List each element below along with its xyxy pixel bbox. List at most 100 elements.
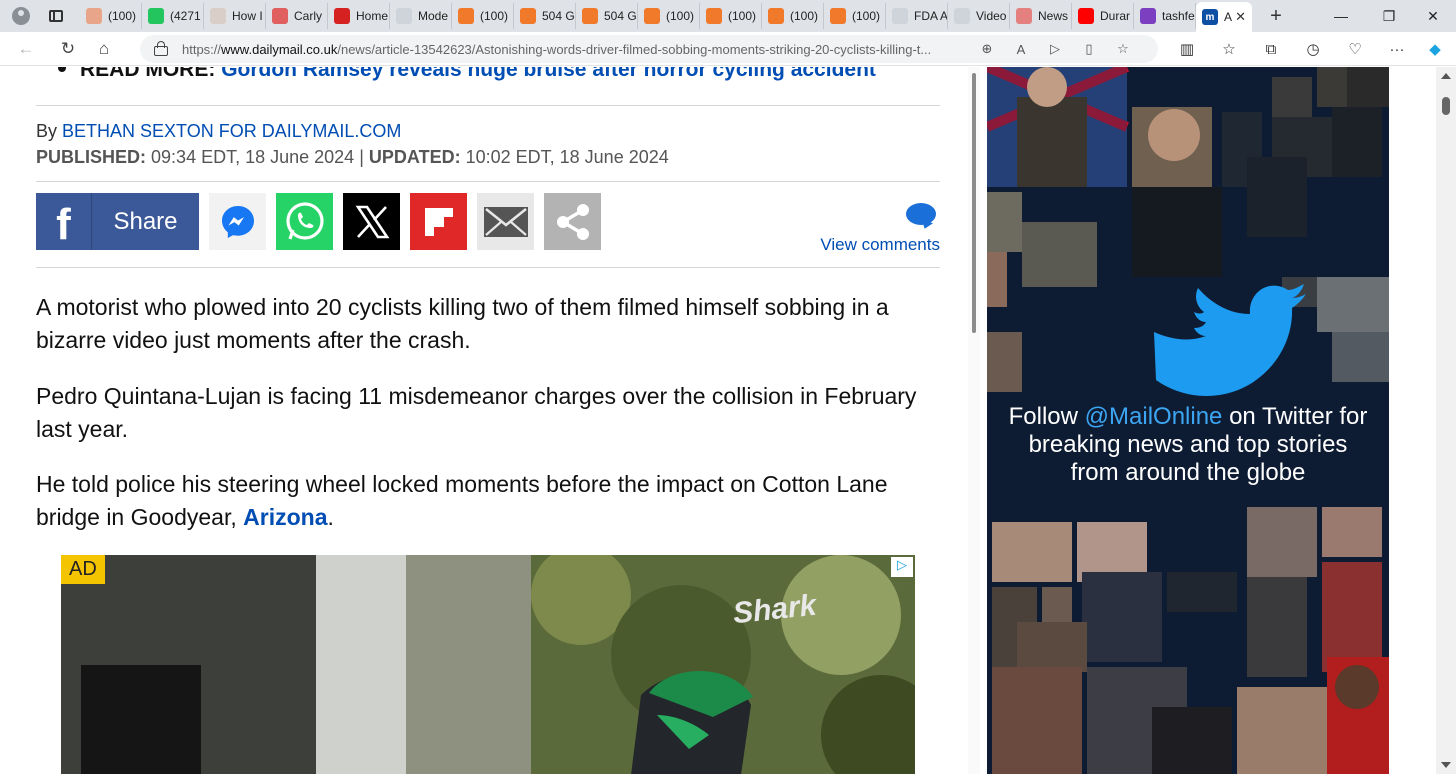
x-share-button[interactable]	[343, 193, 400, 250]
new-tab-button[interactable]: +	[1260, 5, 1292, 28]
tab-strip: (100) (4271 How I Carly Home Mode (100) 504 G 50…	[0, 0, 1456, 32]
tab-favicon-icon	[396, 8, 412, 24]
browser-tab[interactable]: Mode	[390, 3, 452, 29]
immersive-reader-icon[interactable]: ▯	[1072, 41, 1106, 57]
date-separator: |	[359, 147, 364, 167]
tab-favicon-icon	[1140, 8, 1156, 24]
messenger-icon	[221, 205, 254, 238]
page-viewport: READ MORE: Gordon Ramsey reveals huge br…	[0, 67, 1456, 774]
tab-title: tashfe	[1162, 9, 1195, 23]
tab-favicon-icon	[148, 8, 164, 24]
ad-badge: AD	[61, 555, 105, 584]
tab-favicon-icon	[582, 8, 598, 24]
more-options-icon[interactable]: ···	[1382, 36, 1412, 62]
browser-toolbar: ← ↻ ⌂ https://www.dailymail.co.uk/news/a…	[0, 32, 1456, 66]
tabs-icon	[49, 10, 63, 22]
tab-actions-button[interactable]	[42, 2, 70, 30]
tab-favicon-icon	[830, 8, 846, 24]
updated-value: 10:02 EDT, 18 June 2024	[465, 147, 669, 167]
twitter-promo-panel[interactable]: Follow @MailOnline on Twitter for breaki…	[987, 67, 1389, 774]
favorite-star-icon[interactable]: ☆	[1106, 41, 1140, 57]
close-window-button[interactable]: ✕	[1410, 0, 1456, 32]
messenger-share-button[interactable]	[209, 193, 266, 250]
split-screen-icon[interactable]: ▥	[1172, 36, 1202, 62]
browser-tab[interactable]: (100)	[762, 3, 824, 29]
history-icon[interactable]: ◷	[1298, 36, 1328, 62]
browser-tab[interactable]: News	[1010, 3, 1072, 29]
read-more-label: READ MORE:	[80, 67, 216, 81]
close-tab-icon[interactable]: ✕	[1235, 9, 1246, 25]
facebook-share-button[interactable]: f Share	[36, 193, 199, 250]
more-share-button[interactable]	[544, 193, 601, 250]
email-share-button[interactable]	[477, 193, 534, 250]
updated-label: UPDATED:	[368, 147, 461, 167]
promo-line-1: Follow @MailOnline on Twitter for	[987, 403, 1389, 431]
tab-title: 504 G	[604, 9, 637, 23]
browser-tab[interactable]: (100)	[452, 3, 514, 29]
favorites-icon[interactable]: ☆	[1214, 36, 1244, 62]
tab-favicon-icon	[210, 8, 226, 24]
zoom-icon[interactable]: ⊕	[970, 41, 1004, 57]
tab-active[interactable]: m A ✕	[1196, 2, 1252, 32]
url-text[interactable]: https://www.dailymail.co.uk/news/article…	[182, 42, 970, 57]
whatsapp-share-button[interactable]	[276, 193, 333, 250]
mailonline-handle-link[interactable]: @MailOnline	[1085, 403, 1223, 430]
browser-tab[interactable]: How I	[204, 3, 266, 29]
browser-tab[interactable]: FDA A	[886, 3, 948, 29]
copilot-icon[interactable]: ◆	[1420, 36, 1450, 62]
tab-title: Durar	[1100, 9, 1131, 23]
browser-tab[interactable]: (4271	[142, 3, 204, 29]
media-icon[interactable]: ▷	[1038, 41, 1072, 57]
tab-title: Mode	[418, 9, 449, 23]
article-scrollbar[interactable]	[968, 67, 980, 774]
browser-tab[interactable]: 504 G	[576, 3, 638, 29]
read-more-item: READ MORE: Gordon Ramsey reveals huge br…	[58, 67, 876, 82]
tab-title: Carly	[294, 9, 323, 23]
scroll-up-icon[interactable]	[1441, 73, 1451, 79]
performance-icon[interactable]: ♡	[1340, 36, 1370, 62]
flipboard-share-button[interactable]	[410, 193, 467, 250]
tab-title: (100)	[852, 9, 881, 23]
scroll-down-icon[interactable]	[1441, 762, 1451, 768]
browser-tab[interactable]: (100)	[824, 3, 886, 29]
tab-favicon-icon	[458, 8, 474, 24]
read-more-link[interactable]: Gordon Ramsey reveals huge bruise after …	[221, 67, 876, 81]
page-scrollbar[interactable]	[1436, 67, 1456, 774]
browser-tab[interactable]: Video	[948, 3, 1010, 29]
tab-title: Home	[356, 9, 389, 23]
view-comments-link[interactable]: View comments	[820, 235, 940, 255]
browser-tab[interactable]: tashfe	[1134, 3, 1196, 29]
back-button[interactable]: ←	[8, 34, 44, 64]
minimize-button[interactable]: —	[1318, 0, 1364, 32]
maximize-button[interactable]: ❐	[1366, 0, 1412, 32]
lock-icon[interactable]	[154, 41, 168, 56]
refresh-button[interactable]: ↻	[50, 34, 86, 64]
tab-title: (100)	[728, 9, 757, 23]
browser-tab[interactable]: (100)	[700, 3, 762, 29]
promo-line-2: breaking news and top stories	[1028, 431, 1348, 458]
browser-tab[interactable]: (100)	[80, 3, 142, 29]
scrollbar-thumb[interactable]	[972, 73, 976, 333]
adchoices-icon[interactable]: ▷	[891, 557, 913, 577]
browser-tab[interactable]: (100)	[638, 3, 700, 29]
divider	[36, 105, 940, 106]
browser-tab[interactable]: Durar	[1072, 3, 1134, 29]
arizona-link[interactable]: Arizona	[243, 504, 327, 530]
read-aloud-icon[interactable]: A	[1004, 42, 1038, 57]
comments-bubble-icon[interactable]	[906, 203, 936, 225]
browser-tab[interactable]: Home	[328, 3, 390, 29]
ad-video[interactable]: AD ▷ Shark	[61, 555, 915, 774]
tab-title: (100)	[790, 9, 819, 23]
share-icon	[556, 203, 589, 240]
tab-favicon-icon	[1078, 8, 1094, 24]
article-paragraph: Pedro Quintana-Lujan is facing 11 misdem…	[36, 383, 917, 442]
collections-icon[interactable]: ⧉	[1256, 36, 1286, 62]
browser-tab[interactable]: Carly	[266, 3, 328, 29]
author-link[interactable]: BETHAN SEXTON FOR DAILYMAIL.COM	[62, 121, 401, 141]
scrollbar-thumb[interactable]	[1442, 97, 1450, 115]
tab-favicon-icon	[1016, 8, 1032, 24]
profile-avatar[interactable]	[6, 1, 36, 31]
home-button[interactable]: ⌂	[86, 34, 122, 64]
browser-tab[interactable]: 504 G	[514, 3, 576, 29]
address-bar[interactable]: https://www.dailymail.co.uk/news/article…	[140, 35, 1158, 63]
